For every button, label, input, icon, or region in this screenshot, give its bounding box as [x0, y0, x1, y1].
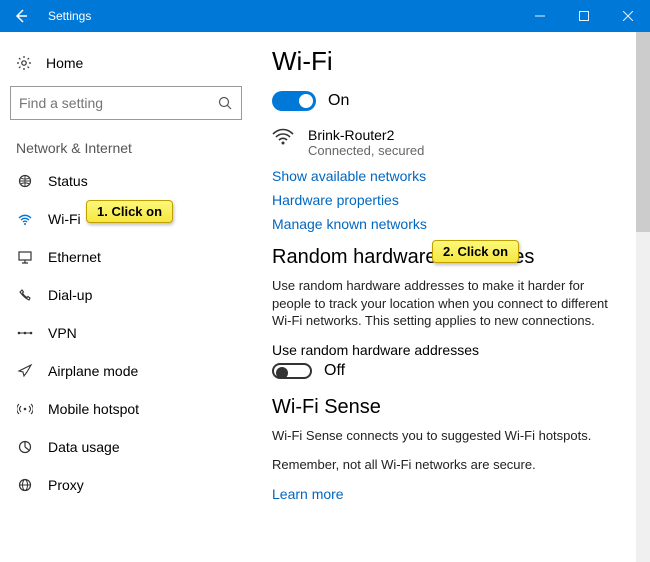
- sense-heading: Wi-Fi Sense: [272, 396, 626, 419]
- back-arrow-icon: [13, 8, 29, 24]
- maximize-icon: [579, 11, 589, 21]
- dialup-icon: [16, 287, 34, 303]
- sidebar-item-proxy[interactable]: Proxy: [0, 466, 252, 504]
- sidebar-item-hotspot[interactable]: Mobile hotspot: [0, 390, 252, 428]
- sidebar-item-airplane[interactable]: Airplane mode: [0, 352, 252, 390]
- scrollbar-thumb[interactable]: [636, 32, 650, 232]
- sidebar-item-label: Wi-Fi: [48, 211, 81, 227]
- close-button[interactable]: [606, 0, 650, 32]
- status-icon: [16, 173, 34, 189]
- maximize-button[interactable]: [562, 0, 606, 32]
- sense-body-1: Wi-Fi Sense connects you to suggested Wi…: [272, 427, 626, 445]
- random-body: Use random hardware addresses to make it…: [272, 277, 626, 330]
- sidebar-item-data-usage[interactable]: Data usage: [0, 428, 252, 466]
- callout-1: 1. Click on: [86, 200, 173, 223]
- hardware-properties-link[interactable]: Hardware properties: [272, 192, 626, 208]
- scrollbar-track[interactable]: [636, 32, 650, 562]
- show-networks-link[interactable]: Show available networks: [272, 168, 626, 184]
- wifi-toggle-label: On: [328, 92, 349, 110]
- titlebar: Settings: [0, 0, 650, 32]
- data-usage-icon: [16, 439, 34, 455]
- sidebar-item-status[interactable]: Status: [0, 162, 252, 200]
- minimize-icon: [535, 11, 545, 21]
- sidebar-item-label: Proxy: [48, 477, 84, 493]
- random-toggle[interactable]: [272, 363, 312, 379]
- sidebar-item-label: Status: [48, 173, 88, 189]
- wifi-signal-icon: [272, 127, 294, 147]
- proxy-icon: [16, 477, 34, 493]
- search-input[interactable]: [19, 95, 217, 111]
- current-connection[interactable]: Brink-Router2 Connected, secured: [272, 127, 626, 158]
- search-icon: [217, 95, 233, 111]
- sense-body-2: Remember, not all Wi-Fi networks are sec…: [272, 456, 626, 474]
- sidebar: Home Network & Internet Status Wi-Fi: [0, 32, 252, 562]
- sidebar-item-dialup[interactable]: Dial-up: [0, 276, 252, 314]
- sidebar-item-label: Mobile hotspot: [48, 401, 139, 417]
- section-title: Network & Internet: [0, 130, 252, 162]
- callout-2: 2. Click on: [432, 240, 519, 263]
- ethernet-icon: [16, 249, 34, 265]
- sidebar-item-label: VPN: [48, 325, 77, 341]
- wifi-icon: [16, 211, 34, 227]
- search-box[interactable]: [10, 86, 242, 120]
- random-toggle-label: Use random hardware addresses: [272, 342, 626, 358]
- hotspot-icon: [16, 401, 34, 417]
- home-button[interactable]: Home: [0, 44, 252, 82]
- close-icon: [623, 11, 633, 21]
- sidebar-item-label: Airplane mode: [48, 363, 138, 379]
- sidebar-item-vpn[interactable]: VPN: [0, 314, 252, 352]
- content-pane: Wi-Fi On Brink-Router2 Connected, secure…: [252, 32, 650, 562]
- back-button[interactable]: [0, 0, 42, 32]
- page-title: Wi-Fi: [272, 46, 626, 77]
- sidebar-item-label: Ethernet: [48, 249, 101, 265]
- wifi-toggle[interactable]: [272, 91, 316, 111]
- window-title: Settings: [42, 9, 518, 23]
- random-toggle-state: Off: [324, 362, 345, 380]
- minimize-button[interactable]: [518, 0, 562, 32]
- sidebar-item-label: Dial-up: [48, 287, 92, 303]
- connection-status: Connected, secured: [308, 143, 424, 158]
- learn-more-link[interactable]: Learn more: [272, 486, 626, 502]
- vpn-icon: [16, 327, 34, 339]
- sidebar-item-ethernet[interactable]: Ethernet: [0, 238, 252, 276]
- airplane-icon: [16, 363, 34, 379]
- manage-known-networks-link[interactable]: Manage known networks: [272, 216, 626, 232]
- sidebar-item-label: Data usage: [48, 439, 120, 455]
- gear-icon: [16, 55, 32, 71]
- connection-ssid: Brink-Router2: [308, 127, 424, 143]
- home-label: Home: [46, 55, 83, 71]
